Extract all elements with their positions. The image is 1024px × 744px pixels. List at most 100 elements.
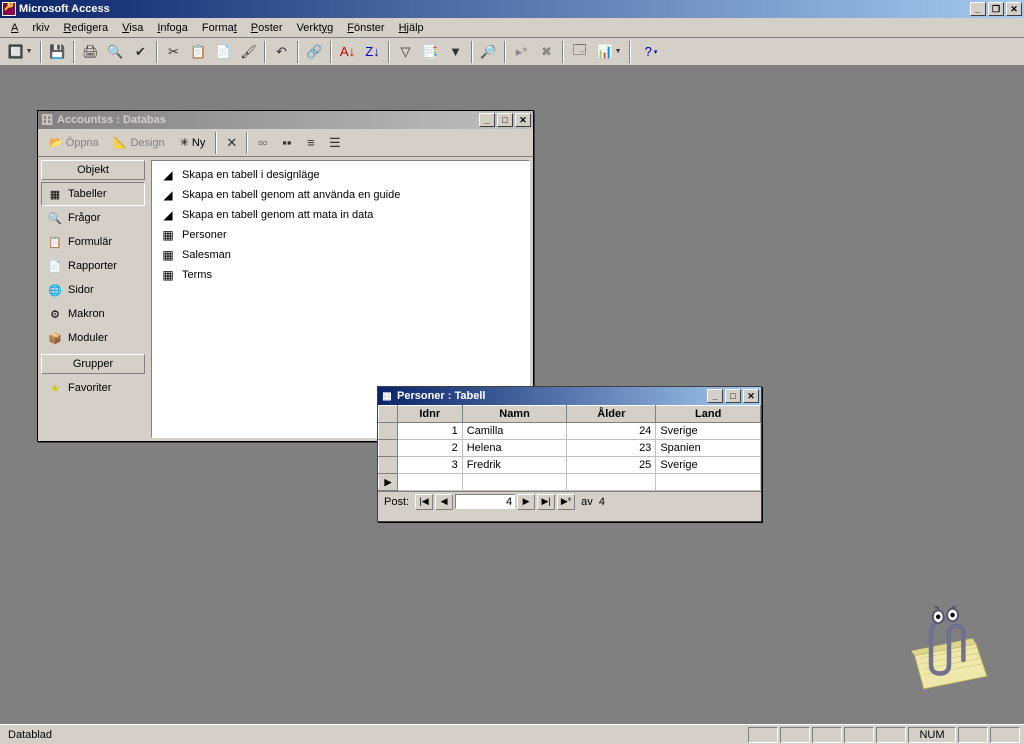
- hyperlink-button[interactable]: 🔗: [303, 41, 326, 63]
- nav-next-button[interactable]: ▶: [517, 494, 535, 510]
- table-row[interactable]: 2 Helena 23 Spanien: [379, 440, 761, 457]
- select-all-cell[interactable]: [379, 406, 398, 423]
- db-new-button[interactable]: ✳Ny: [173, 133, 213, 152]
- status-cell: [990, 727, 1020, 743]
- menu-visa[interactable]: Visa: [115, 20, 150, 36]
- row-selector[interactable]: [379, 423, 398, 440]
- filter-form-button[interactable]: 📑: [419, 41, 442, 63]
- table-personer-item[interactable]: ▦Personer: [156, 225, 525, 245]
- sidebar-formular[interactable]: 📋Formulär: [41, 230, 145, 254]
- wizard-icon: ◢: [160, 168, 176, 182]
- db-delete-button[interactable]: ✕: [220, 132, 243, 154]
- paste-button[interactable]: 📄: [212, 41, 235, 63]
- row-selector-current[interactable]: ▶: [379, 474, 398, 491]
- menu-hjalp[interactable]: Hjälp: [392, 20, 431, 36]
- design-icon: 📐: [114, 136, 128, 149]
- wizard-icon: ◢: [160, 188, 176, 202]
- small-icons-button[interactable]: ▪▪: [275, 132, 298, 154]
- col-idnr[interactable]: Idnr: [397, 406, 462, 423]
- sidebar-rapporter[interactable]: 📄Rapporter: [41, 254, 145, 278]
- save-button[interactable]: 💾: [46, 41, 69, 63]
- sidebar-tabeller[interactable]: ▦Tabeller: [41, 182, 145, 206]
- db-minimize-button[interactable]: _: [479, 113, 495, 127]
- favorites-icon: ★: [48, 381, 62, 395]
- cut-button[interactable]: ✂: [162, 41, 185, 63]
- format-painter-button[interactable]: 🖌: [237, 41, 260, 63]
- nav-prev-button[interactable]: ◀: [435, 494, 453, 510]
- table-salesman-item[interactable]: ▦Salesman: [156, 245, 525, 265]
- report-icon: 📄: [48, 259, 62, 273]
- database-titlebar[interactable]: 🗄 Accountss : Databas _ □ ✕: [38, 111, 533, 129]
- list-view-button[interactable]: ≡: [299, 132, 322, 154]
- db-window-button[interactable]: 🗔: [568, 41, 591, 63]
- menu-arkiv[interactable]: Arkiv: [4, 20, 56, 36]
- menu-infoga[interactable]: Infoga: [150, 20, 195, 36]
- undo-button[interactable]: ↶: [270, 41, 293, 63]
- db-open-button[interactable]: 📂Öppna: [42, 133, 106, 152]
- nav-new-button[interactable]: ▶*: [557, 494, 575, 510]
- col-alder[interactable]: Ålder: [567, 406, 656, 423]
- copy-button[interactable]: 📋: [187, 41, 210, 63]
- sidebar-favoriter[interactable]: ★Favoriter: [41, 376, 145, 400]
- col-land[interactable]: Land: [656, 406, 761, 423]
- sort-asc-button[interactable]: A↓: [336, 41, 359, 63]
- table-window[interactable]: ▦ Personer : Tabell _ □ ✕ Idnr Namn Ålde…: [377, 386, 762, 522]
- create-design-item[interactable]: ◢Skapa en tabell i designläge: [156, 165, 525, 185]
- print-button[interactable]: 🖨: [79, 41, 102, 63]
- create-wizard-item[interactable]: ◢Skapa en tabell genom att använda en gu…: [156, 185, 525, 205]
- find-button[interactable]: 🔎: [477, 41, 500, 63]
- preview-button[interactable]: 🔍: [104, 41, 127, 63]
- apply-filter-button[interactable]: ▼: [444, 41, 467, 63]
- sidebar-makron[interactable]: ⚙Makron: [41, 302, 145, 326]
- objects-header[interactable]: Objekt: [41, 160, 145, 180]
- datasheet-grid[interactable]: Idnr Namn Ålder Land 1 Camilla 24 Sverig…: [378, 405, 761, 491]
- delete-record-button[interactable]: ✖: [535, 41, 558, 63]
- groups-header[interactable]: Grupper: [41, 354, 145, 374]
- help-button[interactable]: ?▾: [635, 41, 667, 63]
- restore-button[interactable]: ❐: [988, 2, 1004, 16]
- status-mode: Datablad: [4, 729, 52, 741]
- menu-redigera[interactable]: Redigera: [56, 20, 115, 36]
- sort-desc-button[interactable]: Z↓: [361, 41, 384, 63]
- spellcheck-button[interactable]: ✔: [129, 41, 152, 63]
- menu-poster[interactable]: Poster: [244, 20, 290, 36]
- wizard-icon: ◢: [160, 208, 176, 222]
- details-view-button[interactable]: ☰: [323, 132, 346, 154]
- row-selector[interactable]: [379, 457, 398, 474]
- col-namn[interactable]: Namn: [462, 406, 567, 423]
- filter-selection-button[interactable]: ▽: [394, 41, 417, 63]
- db-maximize-button[interactable]: □: [497, 113, 513, 127]
- table-terms-item[interactable]: ▦Terms: [156, 265, 525, 285]
- minimize-button[interactable]: _: [970, 2, 986, 16]
- menu-bar: Arkiv Redigera Visa Infoga Format Poster…: [0, 18, 1024, 38]
- menu-fonster[interactable]: Fönster: [340, 20, 391, 36]
- db-close-button[interactable]: ✕: [515, 113, 531, 127]
- menu-format[interactable]: Format: [195, 20, 244, 36]
- mdi-workspace: 🗄 Accountss : Databas _ □ ✕ 📂Öppna 📐Desi…: [0, 66, 1024, 724]
- tbl-minimize-button[interactable]: _: [707, 389, 723, 403]
- db-design-button[interactable]: 📐Design: [107, 133, 172, 152]
- new-object-button[interactable]: 📊▼: [593, 41, 625, 63]
- database-title: Accountss : Databas: [57, 114, 479, 126]
- nav-record-input[interactable]: [455, 494, 515, 509]
- clippy-assistant[interactable]: [904, 606, 994, 696]
- sidebar-moduler[interactable]: 📦Moduler: [41, 326, 145, 350]
- table-row[interactable]: 3 Fredrik 25 Sverige: [379, 457, 761, 474]
- tbl-close-button[interactable]: ✕: [743, 389, 759, 403]
- large-icons-button[interactable]: ▫▫: [251, 132, 274, 154]
- table-row[interactable]: 1 Camilla 24 Sverige: [379, 423, 761, 440]
- sidebar-sidor[interactable]: 🌐Sidor: [41, 278, 145, 302]
- menu-verktyg[interactable]: Verktyg: [290, 20, 341, 36]
- new-record-row[interactable]: ▶: [379, 474, 761, 491]
- tbl-maximize-button[interactable]: □: [725, 389, 741, 403]
- new-record-button[interactable]: ▸*: [510, 41, 533, 63]
- nav-last-button[interactable]: ▶|: [537, 494, 555, 510]
- table-icon: ▦: [160, 248, 176, 262]
- close-button[interactable]: ✕: [1006, 2, 1022, 16]
- sidebar-fragor[interactable]: 🔍Frågor: [41, 206, 145, 230]
- row-selector[interactable]: [379, 440, 398, 457]
- table-titlebar[interactable]: ▦ Personer : Tabell _ □ ✕: [378, 387, 761, 405]
- nav-first-button[interactable]: |◀: [415, 494, 433, 510]
- create-enter-item[interactable]: ◢Skapa en tabell genom att mata in data: [156, 205, 525, 225]
- view-button[interactable]: 🔲▼: [4, 41, 36, 63]
